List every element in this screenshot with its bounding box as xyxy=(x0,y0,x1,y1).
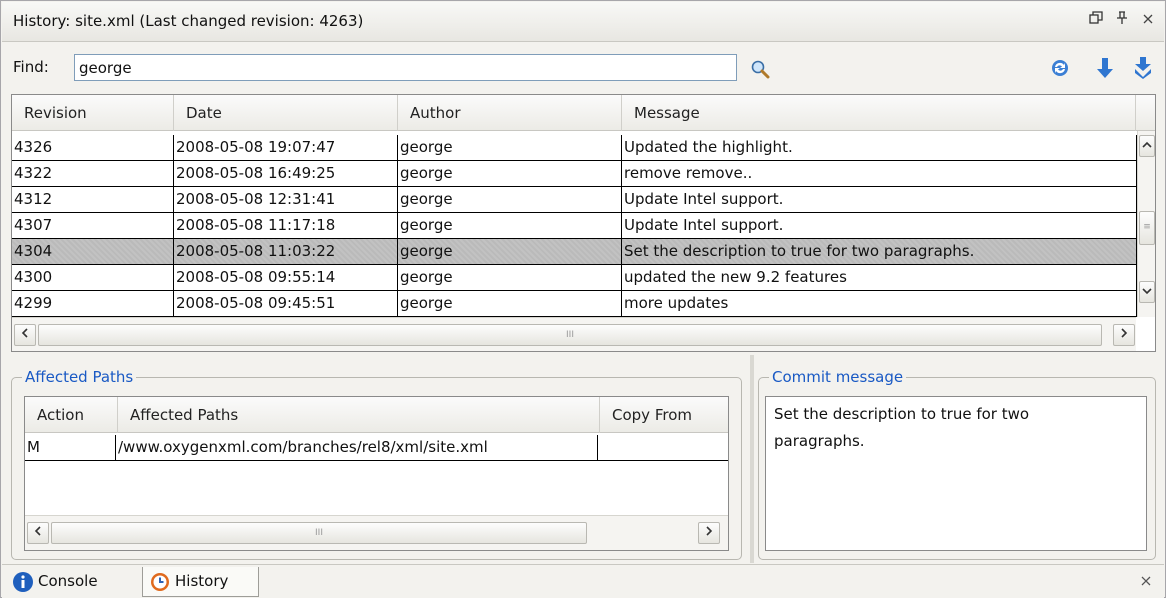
history-view: History: site.xml (Last changed revision… xyxy=(0,0,1166,598)
view-tab-bar: Console History xyxy=(2,564,1164,598)
arrow-down-icon[interactable] xyxy=(1094,56,1116,80)
copy-from-cell xyxy=(598,435,728,461)
tab-history-label: History xyxy=(175,572,229,590)
tab-history[interactable]: History xyxy=(142,567,259,597)
revision-cell: 4307 xyxy=(12,213,174,239)
scroll-right-icon[interactable] xyxy=(1113,324,1135,346)
message-cell: Update Intel support. xyxy=(622,187,1137,213)
author-cell: george xyxy=(398,265,622,291)
history-table-header: Revision Date Author Message xyxy=(12,95,1155,131)
close-view-icon[interactable] xyxy=(1138,11,1158,31)
history-icon xyxy=(151,573,169,591)
scroll-up-icon[interactable] xyxy=(1139,135,1155,157)
message-cell: Set the description to true for two para… xyxy=(622,239,1137,265)
author-cell: george xyxy=(398,161,622,187)
scroll-thumb[interactable]: ≡ xyxy=(1139,211,1155,245)
revision-cell: 4304 xyxy=(12,239,174,265)
affected-paths-group: Affected Paths Action Affected Paths Cop… xyxy=(11,368,742,560)
affected-paths-table: Action Affected Paths Copy From M /www.o… xyxy=(24,396,729,551)
revision-cell: 4326 xyxy=(12,135,174,161)
date-cell: 2008-05-08 12:31:41 xyxy=(174,187,398,213)
date-cell: 2008-05-08 11:03:22 xyxy=(174,239,398,265)
restore-icon[interactable] xyxy=(1086,11,1106,31)
date-cell: 2008-05-08 09:45:51 xyxy=(174,291,398,317)
tab-console[interactable]: Console xyxy=(6,567,140,597)
view-title: History: site.xml (Last changed revision… xyxy=(13,12,364,30)
affected-paths-header: Action Affected Paths Copy From xyxy=(25,397,728,433)
commit-message-text: Set the description to true for two para… xyxy=(765,396,1147,551)
commit-message-group: Commit message Set the description to tr… xyxy=(758,368,1156,560)
history-table: Revision Date Author Message 4326 2008-05… xyxy=(11,94,1156,352)
column-header-copy-from[interactable]: Copy From xyxy=(600,397,728,433)
column-header-revision[interactable]: Revision xyxy=(12,95,174,131)
author-cell: george xyxy=(398,213,622,239)
history-vertical-scrollbar[interactable]: ≡ xyxy=(1137,131,1155,317)
message-cell: updated the new 9.2 features xyxy=(622,265,1137,291)
double-arrow-down-icon[interactable] xyxy=(1132,56,1154,80)
column-header-message[interactable]: Message xyxy=(622,95,1136,131)
find-input[interactable] xyxy=(74,54,737,81)
revision-cell: 4322 xyxy=(12,161,174,187)
date-cell: 2008-05-08 11:17:18 xyxy=(174,213,398,239)
date-cell: 2008-05-08 16:49:25 xyxy=(174,161,398,187)
title-bar: History: site.xml (Last changed revision… xyxy=(2,2,1164,42)
message-cell: Update Intel support. xyxy=(622,213,1137,239)
revision-cell: 4299 xyxy=(12,291,174,317)
paths-horizontal-scrollbar[interactable]: III xyxy=(25,515,728,550)
scroll-right-icon[interactable] xyxy=(698,522,720,544)
author-cell: george xyxy=(398,135,622,161)
table-row[interactable]: M /www.oxygenxml.com/branches/rel8/xml/s… xyxy=(25,435,728,461)
commit-message-title: Commit message xyxy=(769,368,907,386)
commit-message-line: paragraphs. xyxy=(774,432,865,450)
pin-icon[interactable] xyxy=(1112,11,1132,31)
date-cell: 2008-05-08 19:07:47 xyxy=(174,135,398,161)
split-divider[interactable] xyxy=(750,355,754,563)
date-cell: 2008-05-08 09:55:14 xyxy=(174,265,398,291)
refresh-icon[interactable] xyxy=(1048,56,1072,80)
table-row[interactable]: 4322 2008-05-08 16:49:25 george remove remo… xyxy=(12,161,1137,187)
action-cell: M xyxy=(25,435,116,461)
commit-message-line: Set the description to true for two xyxy=(774,405,1030,423)
table-row[interactable]: 4304 2008-05-08 11:03:22 george Set the des… xyxy=(12,239,1137,265)
author-cell: george xyxy=(398,239,622,265)
table-row[interactable]: 4326 2008-05-08 19:07:47 george Updated the… xyxy=(12,135,1137,161)
message-cell: more updates xyxy=(622,291,1137,317)
horizontal-scroll-thumb[interactable]: III xyxy=(38,324,1102,346)
scroll-down-icon[interactable] xyxy=(1139,281,1155,303)
affected-paths-title: Affected Paths xyxy=(22,368,137,386)
horizontal-scroll-thumb[interactable]: III xyxy=(51,522,587,544)
table-row[interactable]: 4299 2008-05-08 09:45:51 george more update… xyxy=(12,291,1137,317)
table-row[interactable]: 4312 2008-05-08 12:31:41 george Update Inte… xyxy=(12,187,1137,213)
column-header-action[interactable]: Action xyxy=(25,397,118,433)
tab-console-label: Console xyxy=(38,572,98,590)
column-header-date[interactable]: Date xyxy=(174,95,398,131)
revision-cell: 4312 xyxy=(12,187,174,213)
column-header-affected-paths[interactable]: Affected Paths xyxy=(118,397,600,433)
message-cell: Updated the highlight. xyxy=(622,135,1137,161)
history-horizontal-scrollbar[interactable]: III xyxy=(12,317,1136,351)
scroll-left-icon[interactable] xyxy=(14,324,36,346)
find-label: Find: xyxy=(13,58,49,76)
info-icon xyxy=(13,572,33,592)
table-row[interactable]: 4300 2008-05-08 09:55:14 george updated the… xyxy=(12,265,1137,291)
message-cell: remove remove.. xyxy=(622,161,1137,187)
revision-cell: 4300 xyxy=(12,265,174,291)
scroll-left-icon[interactable] xyxy=(27,522,49,544)
column-header-author[interactable]: Author xyxy=(398,95,622,131)
close-tab-icon[interactable] xyxy=(1140,572,1152,591)
find-bar: Find: xyxy=(2,45,1164,91)
path-cell: /www.oxygenxml.com/branches/rel8/xml/sit… xyxy=(116,435,598,461)
table-row[interactable]: 4307 2008-05-08 11:17:18 george Update Inte… xyxy=(12,213,1137,239)
search-icon[interactable] xyxy=(750,59,770,79)
author-cell: george xyxy=(398,291,622,317)
author-cell: george xyxy=(398,187,622,213)
